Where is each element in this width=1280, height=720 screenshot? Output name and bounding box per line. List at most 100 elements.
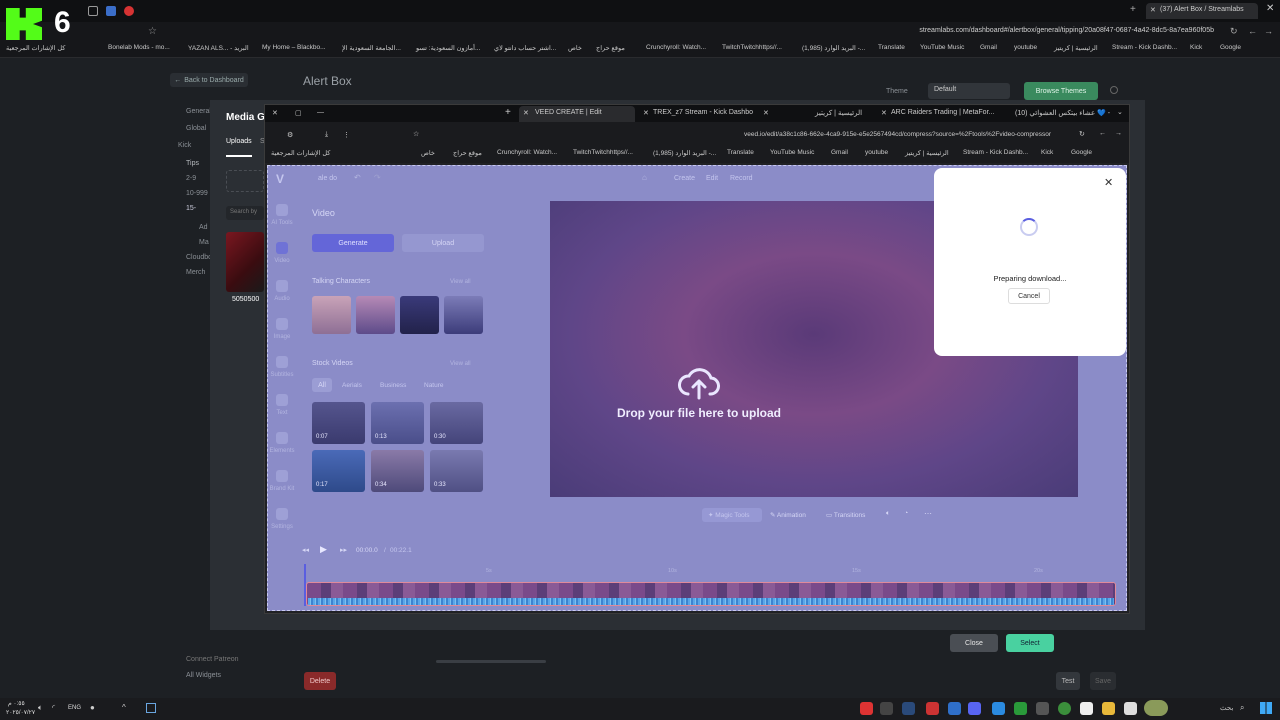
subtitles-icon[interactable] [276, 356, 288, 368]
nav-tip-2-9[interactable]: 2-9 [186, 175, 196, 182]
bookmark-item[interactable]: الرئيسية | كريتيز [1054, 44, 1098, 52]
back-icon[interactable]: ← [1099, 130, 1106, 137]
minimize-icon[interactable]: — [317, 109, 324, 116]
speed-icon[interactable]: ◔ [904, 510, 908, 517]
bookmark-item[interactable]: خاص [421, 149, 435, 157]
bookmark-item[interactable]: Translate [878, 44, 905, 51]
upload-dropzone[interactable] [226, 170, 264, 192]
tab-close-icon[interactable]: ✕ [643, 109, 649, 117]
bookmark-item[interactable]: الجامعة السعودية الإ... [342, 44, 401, 52]
nav-tip-10-999[interactable]: 10-999 [186, 190, 208, 197]
character-thumbnail[interactable] [400, 296, 439, 334]
star-icon[interactable]: ☆ [413, 130, 419, 138]
select-button[interactable]: Select [1006, 634, 1054, 652]
nav-merch[interactable]: Merch [186, 269, 205, 276]
nav-add[interactable]: Ad [199, 224, 208, 231]
text-icon[interactable] [276, 394, 288, 406]
volume-icon[interactable]: 🔈︎ [886, 510, 890, 518]
back-to-dashboard-button[interactable]: ← Back to Dashboard [170, 73, 248, 87]
forward-icon[interactable]: → [1115, 130, 1122, 137]
bookmark-item[interactable]: YAZAN ALS... - البريد [188, 44, 249, 52]
transitions-button[interactable]: ▭ Transitions [826, 511, 865, 519]
save-button[interactable]: Save [1090, 672, 1116, 690]
tab-close-icon[interactable]: ✕ [523, 109, 529, 117]
bookmark-item[interactable]: Kick [1041, 149, 1053, 156]
bookmark-item[interactable]: youtube [1014, 44, 1037, 51]
app-icon[interactable] [880, 702, 893, 715]
restore-icon[interactable]: ▢ [295, 109, 302, 117]
tab-close-icon[interactable]: ✕ [881, 109, 887, 117]
bookmark-item[interactable]: Crunchyroll: Watch... [497, 149, 557, 156]
sidebar-settings[interactable]: Settings [268, 524, 296, 530]
generate-button[interactable]: Generate [312, 234, 394, 252]
stock-video-thumbnail[interactable]: 0:34 [371, 450, 424, 492]
bookmark-item[interactable]: TwitchTwitchhttps//... [573, 149, 633, 156]
all-widgets-link[interactable]: All Widgets [186, 672, 221, 679]
bookmark-item[interactable]: youtube [865, 149, 888, 156]
sidebar-text[interactable]: Text [268, 410, 296, 416]
theme-select[interactable]: Default [928, 83, 1010, 99]
window-close-icon[interactable]: ✕ [1266, 3, 1274, 14]
audio-icon[interactable] [276, 280, 288, 292]
character-thumbnail[interactable] [444, 296, 483, 334]
home-icon[interactable]: ⌂ [642, 173, 647, 182]
reload-icon[interactable]: ↻ [1079, 130, 1085, 138]
tab-icon[interactable] [124, 6, 134, 16]
bookmark-item[interactable]: الرئيسية | كريتيز [905, 149, 949, 157]
app-icon[interactable] [860, 702, 873, 715]
app-icon[interactable] [948, 702, 961, 715]
bookmark-item[interactable]: YouTube Music [770, 149, 814, 156]
bookmark-item[interactable]: أمازون السعودية: تسو... [416, 44, 480, 52]
browse-themes-button[interactable]: Browse Themes [1024, 82, 1098, 100]
mic-icon[interactable]: ● [90, 703, 95, 712]
view-all-link[interactable]: View all [450, 361, 471, 367]
sidebar-video[interactable]: Video [268, 258, 296, 264]
undo-icon[interactable]: ↶ [354, 173, 361, 182]
bookmark-item[interactable]: خاص [568, 44, 582, 52]
more-options-icon[interactable]: ⋯ [924, 509, 932, 518]
brand-kit-icon[interactable] [276, 470, 288, 482]
test-button[interactable]: Test [1056, 672, 1080, 690]
tab-close-icon[interactable]: ✕ [1150, 6, 1156, 14]
media-search-input[interactable]: Search by [226, 206, 264, 220]
xbox-icon[interactable] [1014, 702, 1027, 715]
close-button[interactable]: Close [950, 634, 998, 652]
bookmark-item[interactable]: كل الإشارات المرجعية [271, 149, 330, 157]
bookmark-item[interactable]: (1,985) البريد الوارد -... [653, 149, 716, 157]
filter-nature[interactable]: Nature [424, 382, 444, 389]
bookmark-item[interactable]: كل الإشارات المرجعية [6, 44, 65, 52]
bookmark-item[interactable]: TwitchTwitchhttps//... [722, 44, 782, 51]
bookmark-item[interactable]: Crunchyroll: Watch... [646, 44, 706, 51]
inner-tab-title[interactable]: الرئيسية | كريتيز [815, 109, 862, 117]
inner-address-bar[interactable]: ⚙ ⤓ ⋮ ☆ veed.io/edit/a38c1c86-662e-4ca9-… [265, 122, 1129, 147]
star-icon[interactable]: ☆ [148, 26, 157, 37]
media-thumbnail[interactable] [226, 232, 264, 292]
character-thumbnail[interactable] [356, 296, 395, 334]
inner-tab-title[interactable]: TREX_z7 Stream - Kick Dashbo [653, 109, 753, 116]
reload-icon[interactable]: ↻ [1230, 26, 1238, 37]
sidebar-image[interactable]: Image [268, 334, 296, 340]
bookmark-item[interactable]: Kick [1190, 44, 1202, 51]
bookmark-item[interactable]: موقع حراج [453, 149, 482, 157]
redo-icon[interactable]: ↷ [374, 173, 381, 182]
extension-icon[interactable]: ⚙ [287, 131, 293, 139]
outer-address-bar[interactable]: ☆ streamlabs.com/dashboard#/alertbox/gen… [0, 22, 1280, 42]
delete-button[interactable]: Delete [304, 672, 336, 690]
steam-icon[interactable] [902, 702, 915, 715]
stock-video-thumbnail[interactable]: 0:13 [371, 402, 424, 444]
stock-video-thumbnail[interactable]: 0:17 [312, 450, 365, 492]
sidebar-brand-kit[interactable]: Brand Kit [268, 486, 296, 492]
filter-business[interactable]: Business [380, 382, 406, 389]
bookmark-item[interactable]: Google [1220, 44, 1241, 51]
help-icon[interactable] [1110, 86, 1118, 94]
app-icon[interactable] [992, 702, 1005, 715]
cancel-button[interactable]: Cancel [1008, 288, 1050, 304]
wifi-icon[interactable]: ◜ [52, 703, 55, 712]
settings-icon[interactable] [276, 508, 288, 520]
bookmark-item[interactable]: Stream - Kick Dashb... [963, 149, 1028, 156]
tray-chevron-icon[interactable]: ^ [122, 703, 126, 712]
new-tab-icon[interactable]: + [505, 107, 511, 118]
sidebar-audio[interactable]: Audio [268, 296, 296, 302]
tab-icon[interactable] [106, 6, 116, 16]
nav-create[interactable]: Create [674, 175, 695, 182]
